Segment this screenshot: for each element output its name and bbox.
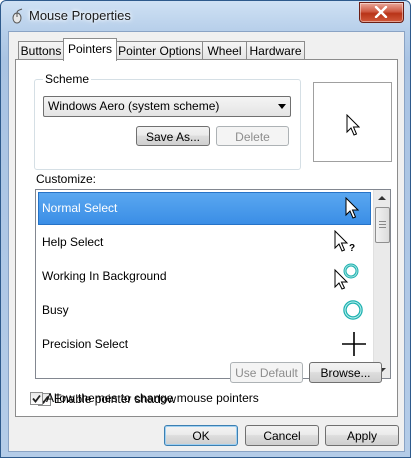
- arrow-pointer-icon: [346, 114, 360, 136]
- close-button[interactable]: [359, 2, 404, 23]
- chevron-down-icon: [278, 104, 286, 109]
- allow-themes-label: Allow themes to change mouse pointers: [46, 391, 259, 405]
- checkmark-icon: [32, 394, 41, 403]
- list-scrollbar[interactable]: [373, 190, 390, 378]
- list-item-label: Busy: [42, 303, 69, 317]
- delete-button[interactable]: Delete: [216, 126, 289, 146]
- scheme-label: Scheme: [43, 72, 92, 86]
- ok-button[interactable]: OK: [164, 425, 238, 446]
- scheme-selected-value: Windows Aero (system scheme): [48, 99, 220, 113]
- scheme-group: Scheme Windows Aero (system scheme) Save…: [34, 72, 301, 170]
- list-item-label: Working In Background: [42, 269, 167, 283]
- list-item[interactable]: Busy: [38, 294, 371, 327]
- mouse-app-icon: [12, 8, 23, 24]
- scheme-dropdown[interactable]: Windows Aero (system scheme): [43, 96, 291, 117]
- crosshair-icon: [342, 332, 366, 356]
- working-pointer-icon: [334, 263, 359, 290]
- title-bar[interactable]: Mouse Properties: [1, 1, 410, 31]
- busy-ring-icon: [343, 300, 363, 320]
- mouse-properties-window: Mouse Properties Buttons Pointers Pointe…: [0, 0, 411, 458]
- list-item[interactable]: Normal Select: [38, 192, 371, 225]
- list-item-label: Help Select: [42, 235, 104, 249]
- list-item[interactable]: Precision Select: [38, 328, 371, 361]
- tab-buttons[interactable]: Buttons: [18, 41, 64, 60]
- list-item-label: Precision Select: [42, 337, 129, 351]
- cancel-button[interactable]: Cancel: [245, 425, 319, 446]
- list-item[interactable]: Help Select ?: [38, 226, 371, 259]
- arrow-pointer-icon: [345, 197, 359, 219]
- allow-themes-checkbox[interactable]: [30, 392, 43, 405]
- svg-text:?: ?: [349, 243, 355, 254]
- window-title: Mouse Properties: [29, 8, 131, 23]
- use-default-button[interactable]: Use Default: [230, 362, 303, 383]
- close-icon: [374, 6, 388, 18]
- apply-button[interactable]: Apply: [325, 425, 399, 446]
- list-item-label: Normal Select: [42, 201, 118, 215]
- customize-label: Customize:: [36, 172, 97, 186]
- tab-wheel[interactable]: Wheel: [202, 41, 247, 60]
- save-as-button[interactable]: Save As...: [136, 126, 210, 146]
- browse-button[interactable]: Browse...: [309, 362, 382, 383]
- help-pointer-icon: ?: [334, 230, 355, 254]
- tab-pointers[interactable]: Pointers: [63, 38, 117, 61]
- tab-hardware[interactable]: Hardware: [246, 41, 305, 60]
- scroll-thumb[interactable]: [375, 207, 390, 243]
- dialog-client-area: Buttons Pointers Pointer Options Wheel H…: [8, 31, 405, 452]
- pointer-preview: [313, 82, 392, 162]
- list-item[interactable]: Working In Background: [38, 260, 371, 293]
- cursor-list[interactable]: Normal Select Help Select ? Working In B…: [35, 189, 391, 379]
- scroll-up-icon[interactable]: [374, 190, 390, 206]
- tab-pointer-options[interactable]: Pointer Options: [116, 41, 203, 60]
